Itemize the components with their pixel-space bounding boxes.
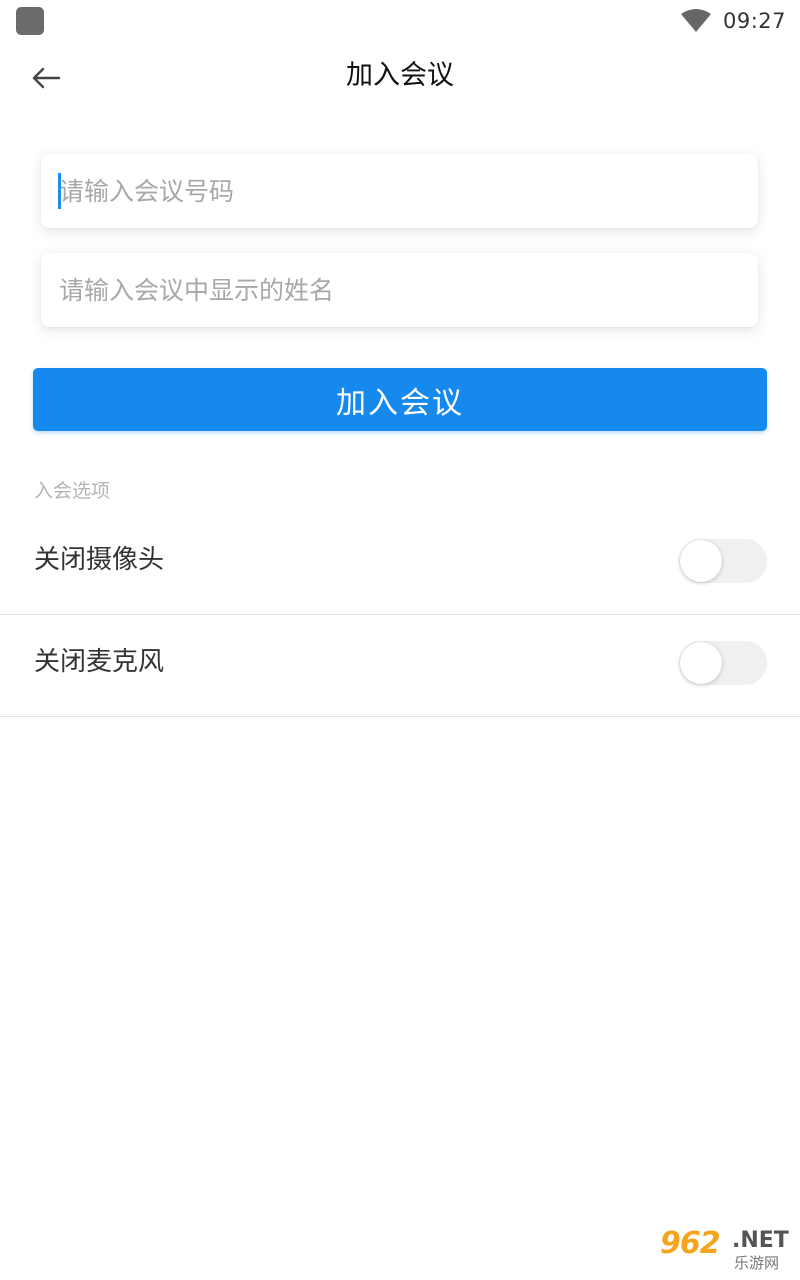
join-meeting-button[interactable]: 加入会议 xyxy=(33,368,767,431)
watermark-brand: 962 xyxy=(660,1226,721,1261)
status-bar: 09:27 xyxy=(0,0,800,42)
toggle-knob xyxy=(680,540,722,582)
text-cursor xyxy=(58,173,61,209)
meeting-number-input[interactable] xyxy=(41,154,758,228)
option-label-microphone: 关闭麦克风 xyxy=(34,647,165,677)
status-time: 09:27 xyxy=(722,9,786,33)
header: 加入会议 xyxy=(0,42,800,112)
microphone-off-toggle[interactable] xyxy=(679,641,767,685)
wifi-icon xyxy=(680,9,711,32)
page-title: 加入会议 xyxy=(346,60,454,91)
watermark-suffix: .NET xyxy=(732,1228,789,1253)
watermark-logo: 962 .NET 乐游网 xyxy=(660,1226,794,1272)
camera-off-toggle[interactable] xyxy=(679,539,767,583)
section-label-join-options: 入会选项 xyxy=(34,480,111,502)
option-label-camera: 关闭摄像头 xyxy=(34,545,165,575)
watermark-sub: 乐游网 xyxy=(734,1254,780,1272)
display-name-input[interactable] xyxy=(41,253,758,327)
app-icon xyxy=(16,7,44,35)
meeting-number-card xyxy=(41,154,758,228)
join-meeting-screen: 09:27 加入会议 加入会议 入会选项 关闭摄像头 关闭麦克风 xyxy=(0,0,800,1280)
option-row-camera: 关闭摄像头 xyxy=(0,513,800,615)
display-name-card xyxy=(41,253,758,327)
status-right: 09:27 xyxy=(680,6,786,36)
toggle-knob xyxy=(680,642,722,684)
option-row-microphone: 关闭麦克风 xyxy=(0,615,800,717)
